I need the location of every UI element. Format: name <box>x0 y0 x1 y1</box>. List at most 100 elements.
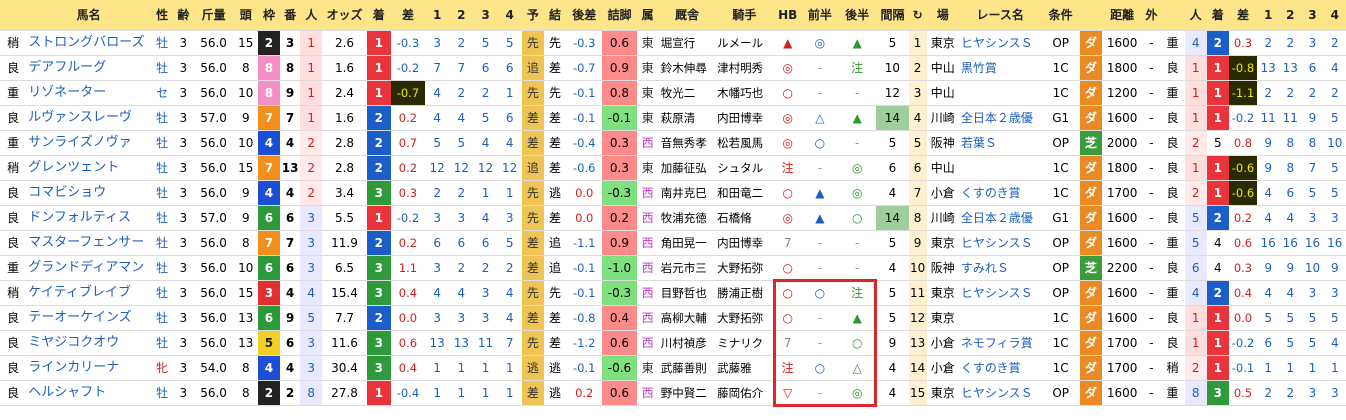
header-kou[interactable]: 後半 <box>838 0 877 31</box>
cell-heads: 10 <box>233 80 258 106</box>
cell-zen: - <box>801 55 839 81</box>
header-track[interactable] <box>0 0 27 31</box>
header-sa2[interactable]: 差 <box>1228 0 1258 31</box>
table-row[interactable]: 重グランドディアマン牡 3 56.0 10 6 6 3 6.5 3 1.1 3 2 2 2 差追 -0.1 -1… <box>0 255 1346 281</box>
cell-wt: 54.0 <box>193 355 234 381</box>
header-p3[interactable]: 3 <box>473 0 498 31</box>
table-row[interactable]: 重リゾネーターセ 3 56.0 10 8 9 1 2.4 1 -0.7 4 2 2 1 先先 -0.1 0.8 東… <box>0 80 1346 106</box>
cell-kou: - <box>838 255 877 281</box>
cell-c0: 良 <box>0 305 27 331</box>
header-surf[interactable] <box>1079 0 1102 31</box>
cell-name: コマビショウ <box>26 180 152 206</box>
cell-chaku2: 2 <box>1206 30 1229 56</box>
cell-jockey: 木幡巧也 <box>715 80 774 106</box>
cell-age: 3 <box>173 380 194 406</box>
cell-q3: 7 <box>1301 155 1324 181</box>
cell-chaku: 2 <box>366 155 391 181</box>
cell-q4: 2 <box>1323 30 1346 56</box>
header-p2[interactable]: 2 <box>449 0 474 31</box>
header-race[interactable]: レース名 <box>958 0 1042 31</box>
header-chaku[interactable]: 着 <box>366 0 391 31</box>
cell-p2: 2 <box>449 80 474 106</box>
header-p4[interactable]: 4 <box>497 0 522 31</box>
cell-c2: 重 <box>1160 380 1185 406</box>
cell-p1: 4 <box>425 280 450 306</box>
cell-wt: 56.0 <box>193 155 234 181</box>
cell-sex: 牡 <box>151 55 174 81</box>
header-tsume[interactable]: 詰脚 <box>602 0 637 31</box>
cell-atoSa: -1.1 <box>566 230 603 256</box>
cell-place: 中山 <box>926 80 959 106</box>
header-cond[interactable]: 条件 <box>1041 0 1080 31</box>
cell-trainer: 野中賢二 <box>658 380 716 406</box>
header-q4[interactable]: 4 <box>1323 0 1346 31</box>
table-row[interactable]: 良テーオーケインズ牡 3 56.0 13 6 9 5 7.7 2 0.0 3 3 3 4 差差 -0.8 0.4… <box>0 305 1346 331</box>
cell-p2: 4 <box>449 280 474 306</box>
header-q1[interactable]: 1 <box>1257 0 1280 31</box>
table-row[interactable]: 良ラインカリーナ牝 3 54.0 8 4 4 3 30.4 3 0.4 1 1 1 1 逃逃 -0.1 -0.6… <box>0 355 1346 381</box>
header-yo[interactable]: 予 <box>521 0 544 31</box>
cell-interval: 4 <box>876 380 909 406</box>
cell-q2: 2 <box>1279 30 1302 56</box>
header-heads[interactable]: 頭 <box>233 0 258 31</box>
table-row[interactable]: 稍ストロングバローズ牡 3 56.0 15 2 3 1 2.6 1 -0.3 3 2 5 5 先先 -0.3 0… <box>0 30 1346 56</box>
table-row[interactable]: 重サンライズノヴァ牡 3 56.0 10 4 4 2 2.8 2 0.7 5 5 4 4 差差 -0.4 0.3… <box>0 130 1346 156</box>
cell-wt: 56.0 <box>193 330 234 356</box>
cell-p3: 3 <box>473 280 498 306</box>
header-name[interactable]: 馬名 <box>26 0 152 31</box>
table-row[interactable]: 良デアフルーグ牡 3 56.0 8 8 8 1 1.6 1 -0.2 7 7 6 6 追差 -0.7 0.9 東鈴… <box>0 55 1346 81</box>
header-chaku2[interactable]: 着 <box>1206 0 1229 31</box>
table-row[interactable]: 良ミヤジコクオウ牡 3 56.0 13 5 6 3 11.6 3 0.6 13 13 11 7 先差 -1.2… <box>0 330 1346 356</box>
header-interval[interactable]: 間隔 <box>876 0 909 31</box>
cell-chaku: 1 <box>366 380 391 406</box>
table-row[interactable]: 稍グレンツェント牡 3 56.0 15 7 13 2 2.8 2 0.2 12 12 12 12 追差 -0.… <box>0 155 1346 181</box>
header-sa[interactable]: 差 <box>390 0 426 31</box>
cell-waku: 4 <box>257 130 281 156</box>
cell-c0: 稍 <box>0 155 27 181</box>
cell-pop2: 1 <box>1184 305 1207 331</box>
cell-chaku: 2 <box>366 230 391 256</box>
header-dist[interactable]: 距離 <box>1101 0 1143 31</box>
header-q2[interactable]: 2 <box>1279 0 1302 31</box>
cell-pop: 3 <box>300 205 323 231</box>
cell-q2: 6 <box>1279 180 1302 206</box>
header-waku[interactable]: 枠 <box>257 0 281 31</box>
cell-q3: 9 <box>1301 105 1324 131</box>
cell-sa: 0.0 <box>390 305 426 331</box>
cell-c2: 良 <box>1160 330 1185 356</box>
header-age[interactable]: 齢 <box>173 0 194 31</box>
header-zen[interactable]: 前半 <box>801 0 839 31</box>
header-ket[interactable]: 結 <box>543 0 567 31</box>
cell-jockey: 藤岡佑介 <box>715 380 774 406</box>
header-p1[interactable]: 1 <box>425 0 450 31</box>
header-sex[interactable]: 性 <box>151 0 174 31</box>
table-row[interactable]: 良ドンフォルティス牡 3 57.0 9 6 6 3 5.5 1 -0.2 3 3 4 3 先差 0.0 0.2 西… <box>0 205 1346 231</box>
header-pop2[interactable]: 人 <box>1184 0 1207 31</box>
header-out[interactable]: 外 <box>1142 0 1161 31</box>
header-place[interactable]: 場 <box>926 0 959 31</box>
table-row[interactable]: 稍ケイティブレイブ牡 3 56.0 15 3 4 4 15.4 3 0.4 4 4 3 4 先先 -0.1 -0… <box>0 280 1346 306</box>
header-atosa[interactable]: 後差 <box>566 0 603 31</box>
header-loop[interactable]: ↻ <box>908 0 927 31</box>
header-zoku[interactable]: 属 <box>636 0 659 31</box>
header-odds[interactable]: オッズ <box>322 0 367 31</box>
header-trainer[interactable]: 厩舎 <box>658 0 716 31</box>
cell-yo: 差 <box>521 305 544 331</box>
header-hb[interactable]: HB <box>773 0 802 31</box>
header-jockey[interactable]: 騎手 <box>715 0 774 31</box>
header-c2[interactable] <box>1160 0 1185 31</box>
table-row[interactable]: 良コマビショウ牡 3 56.0 9 4 4 2 3.4 3 0.3 2 2 1 1 先逃 0.0 -0.3 西南井… <box>0 180 1346 206</box>
cell-surf: ダ <box>1079 180 1102 206</box>
table-row[interactable]: 良マスターフェンサー牡 3 56.0 8 7 7 3 11.9 2 0.2 6 6 6 5 差追 -1.1 0.… <box>0 230 1346 256</box>
cell-zoku: 西 <box>636 205 659 231</box>
cell-hb: 7 <box>773 230 802 256</box>
header-ban[interactable]: 番 <box>280 0 301 31</box>
cell-hb: ◎ <box>773 55 802 81</box>
cell-pop2: 2 <box>1184 355 1207 381</box>
table-row[interactable]: 良ヘルシャフト牡 3 56.0 8 2 2 8 27.8 1 -0.4 1 1 1 1 差逃 0.2 0.6 西野… <box>0 380 1346 406</box>
header-weight[interactable]: 斤量 <box>193 0 234 31</box>
header-q3[interactable]: 3 <box>1301 0 1324 31</box>
table-row[interactable]: 良ルヴァンスレーヴ牡 3 57.0 9 7 7 1 1.6 2 0.2 4 4 5 6 差差 -0.1 -0.1… <box>0 105 1346 131</box>
cell-zen: ▲ <box>801 205 839 231</box>
header-pop[interactable]: 人 <box>300 0 323 31</box>
